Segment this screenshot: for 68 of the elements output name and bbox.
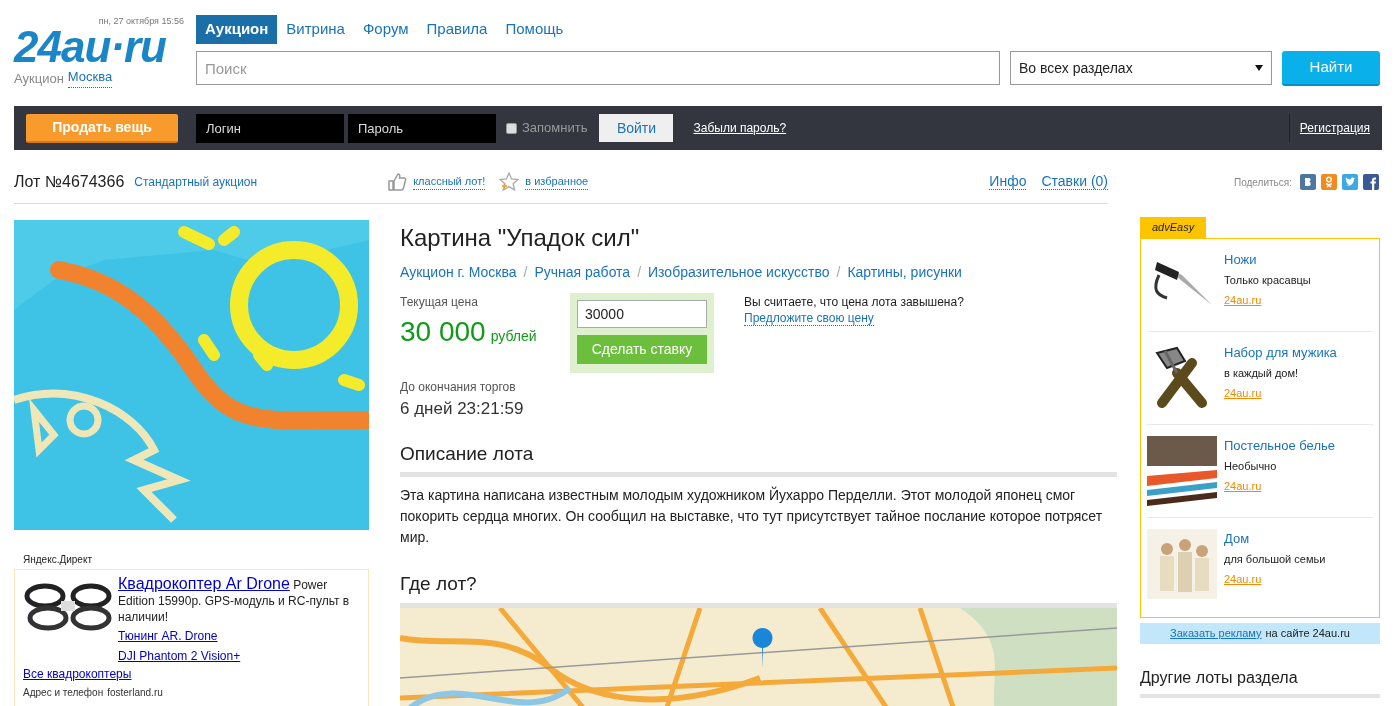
lot-tab[interactable]: Инфо — [989, 173, 1027, 190]
nav-tab[interactable]: Помощь — [496, 15, 573, 44]
register-link[interactable]: Регистрация — [1299, 119, 1370, 137]
order-ad-link[interactable]: Заказать рекламу — [1170, 624, 1262, 642]
ad-item-title[interactable]: Дом — [1224, 528, 1326, 548]
ad-text: Квадрокоптер Ar Drone Power Edition 15990р. GPS-модуль и RC-пульт в наличии! — [118, 576, 351, 625]
lot-description: Эта картина написана известным молодым художником Йухарро Перделли. Этот молодой японец смог покорить сердца многих. Он сообщил на выставке, что тут присутствует тайное послание которое потрясет мир. — [400, 485, 1104, 547]
bid-field[interactable]: 30000 — [577, 300, 707, 328]
ad-item-title[interactable]: Ножи — [1224, 249, 1311, 269]
favorite-link[interactable]: в избранное — [525, 172, 589, 191]
ad-item-title[interactable]: Набор для мужика — [1224, 342, 1337, 362]
section-heading: Другие лоты раздела — [1140, 665, 1380, 698]
ends-label: До окончания торгов — [400, 379, 517, 396]
price-value: 30 000 — [400, 315, 486, 349]
ad-item-text: для большой семьи — [1224, 552, 1326, 567]
breadcrumb-link[interactable]: Картины, рисунки — [847, 262, 962, 283]
ok-icon[interactable] — [1321, 174, 1337, 190]
nav-tab[interactable]: Форум — [353, 15, 418, 44]
login-field[interactable]: Логин — [196, 113, 344, 143]
ad-item-text: Необычно — [1224, 459, 1278, 474]
section-select[interactable]: Во всех разделах — [1010, 51, 1272, 85]
contact-label: Адрес и телефон — [23, 686, 104, 700]
password-field[interactable]: Пароль — [348, 113, 496, 143]
vk-icon[interactable] — [1300, 174, 1316, 190]
auction-type-link[interactable]: Стандартный аукцион — [134, 172, 258, 191]
ad-label: Яндекс.Директ — [23, 553, 93, 567]
ad-item-title[interactable]: Постельное белье — [1224, 435, 1335, 455]
ad-badge: advEasy — [1140, 217, 1207, 238]
ad-sublink[interactable]: Тюнинг AR. Drone — [118, 627, 360, 645]
search-field[interactable]: Поиск — [196, 51, 1000, 85]
lot-number: Лот №4674366 — [14, 171, 125, 192]
breadcrumb-link[interactable]: Ручная работа — [534, 262, 631, 283]
lot-tab[interactable]: Ставки (0) — [1041, 173, 1108, 190]
breadcrumb-separator: / — [523, 263, 528, 282]
dropdown-icon — [1255, 65, 1263, 71]
currency-text: рублей — [490, 327, 537, 346]
forgot-password-link[interactable]: Забыли пароль? — [693, 119, 787, 137]
breadcrumb-link[interactable]: Изобразительное искусство — [648, 262, 830, 283]
remember-label: Запомнить — [522, 119, 588, 138]
breadcrumb-separator: / — [836, 263, 841, 282]
login-button[interactable]: Войти — [599, 114, 674, 142]
lot-title: Картина "Упадок сил" — [400, 223, 641, 253]
contact-site: fosterland.ru — [107, 686, 163, 700]
section-heading: Описание лота — [400, 439, 1117, 477]
breadcrumb-separator: / — [637, 263, 642, 282]
facebook-icon[interactable] — [1363, 174, 1379, 190]
thumbs-up-icon — [387, 171, 408, 192]
price-label: Текущая цена — [400, 294, 479, 311]
city-label: Аукцион — [14, 69, 64, 88]
nav-tab[interactable]: Правила — [417, 15, 497, 44]
ad-all-link[interactable]: Все квадрокоптеры — [23, 665, 360, 683]
offer-price-link[interactable]: Предложите свою цену — [744, 311, 874, 326]
star-icon — [499, 171, 520, 192]
share-label: Поделиться: — [1234, 175, 1292, 190]
remember-checkbox[interactable] — [506, 122, 517, 134]
nav-tab[interactable]: Витрина — [277, 15, 354, 44]
ad-sublink[interactable]: DJI Phantom 2 Vision+ — [118, 647, 360, 665]
breadcrumb-link[interactable]: Аукцион г. Москва — [400, 262, 517, 283]
ad-item-text: в каждый дом! — [1224, 366, 1300, 381]
city-link[interactable]: Москва — [67, 68, 113, 88]
like-link[interactable]: классный лот! — [413, 172, 486, 191]
bird-icon[interactable] — [1342, 174, 1358, 190]
ad-title-link[interactable]: Квадрокоптер Ar Drone — [118, 575, 290, 592]
time-left: 6 дней 23:21:59 — [400, 398, 525, 420]
nav-tab[interactable]: Аукцион — [196, 15, 278, 44]
ad-item-text: Только красавцы — [1224, 273, 1311, 288]
overpriced-question: Вы считаете, что цена лота завышена? — [744, 294, 964, 311]
order-ad-text: на сайте 24au.ru — [1265, 625, 1350, 641]
